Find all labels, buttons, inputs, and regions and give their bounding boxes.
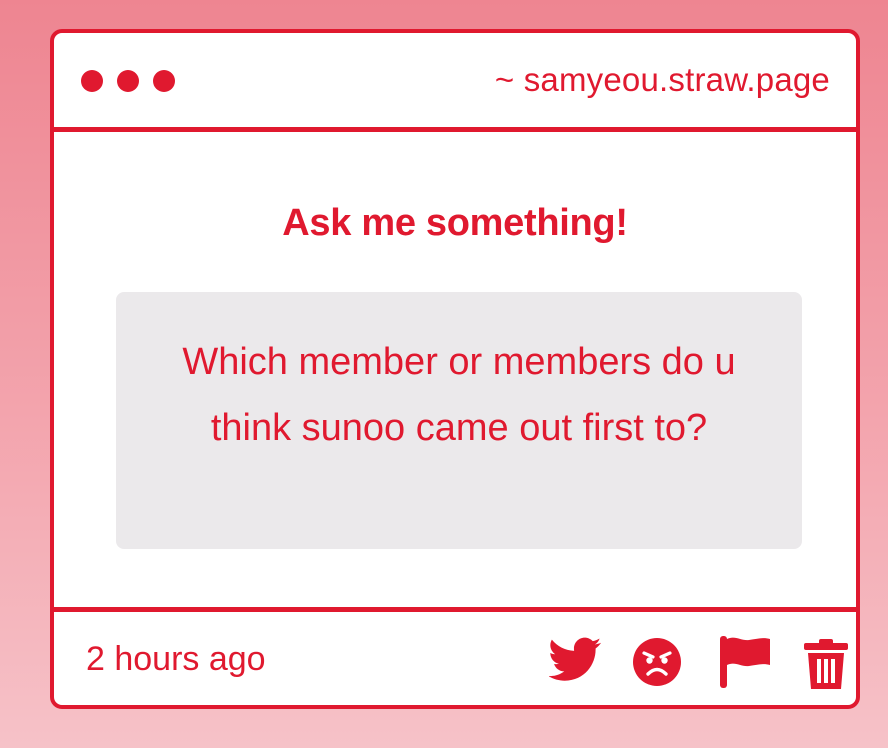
window-controls bbox=[81, 70, 175, 92]
page-title: Ask me something! bbox=[282, 202, 628, 244]
window-dot-2 bbox=[117, 70, 139, 92]
card-footer: 2 hours ago bbox=[54, 607, 856, 705]
trash-icon bbox=[804, 639, 848, 689]
flag-icon bbox=[720, 636, 770, 688]
window-dot-1 bbox=[81, 70, 103, 92]
window-title-bar: ~ samyeou.straw.page bbox=[54, 33, 856, 132]
report-button[interactable] bbox=[719, 636, 771, 688]
delete-button[interactable] bbox=[804, 639, 848, 689]
page-url[interactable]: ~ samyeou.straw.page bbox=[495, 61, 830, 99]
ask-card: ~ samyeou.straw.page Ask me something! W… bbox=[50, 29, 860, 709]
question-text: Which member or members do u think sunoo… bbox=[182, 341, 736, 449]
twitter-icon bbox=[549, 637, 602, 681]
window-dot-3 bbox=[153, 70, 175, 92]
action-bar bbox=[536, 612, 856, 705]
angry-face-icon bbox=[633, 638, 681, 686]
twitter-share-button[interactable] bbox=[549, 637, 602, 682]
question-section: Ask me something! Which member or member… bbox=[54, 132, 856, 607]
react-button[interactable] bbox=[632, 637, 682, 687]
question-box: Which member or members do u think sunoo… bbox=[116, 292, 802, 549]
timestamp: 2 hours ago bbox=[86, 640, 266, 678]
